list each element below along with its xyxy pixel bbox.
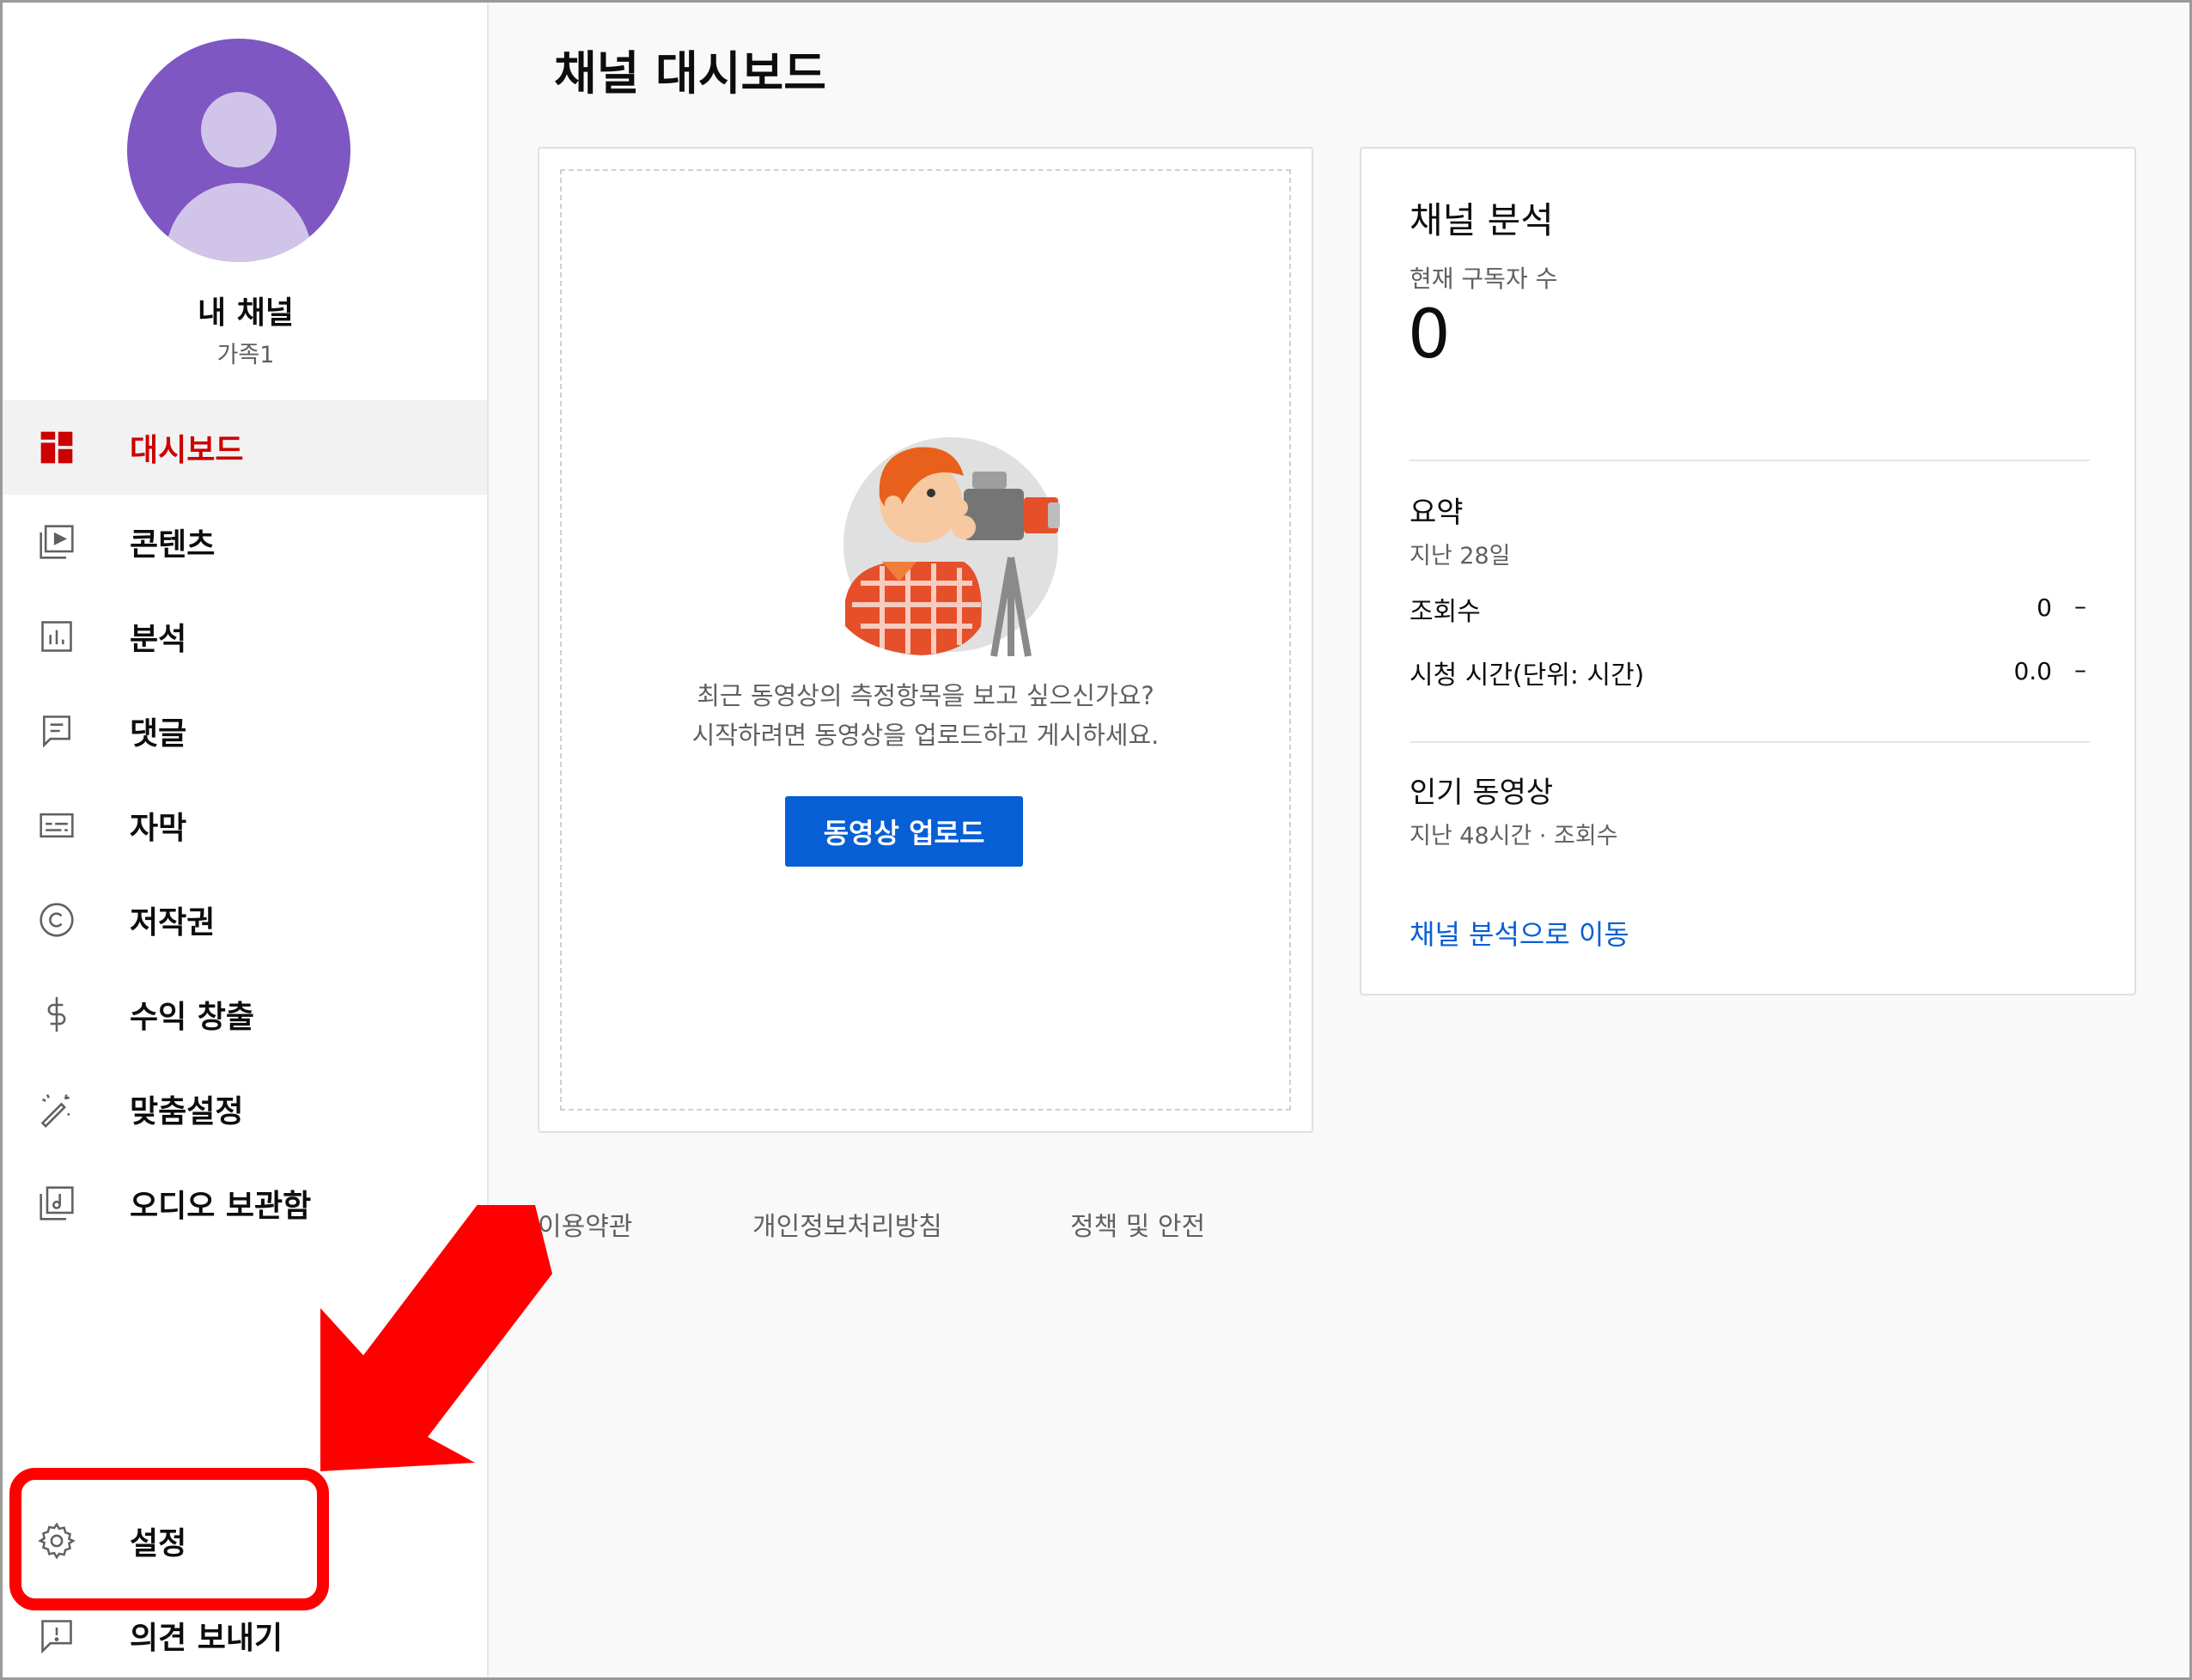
sidebar-item-label: 콘텐츠 [130, 527, 216, 563]
upload-video-button[interactable]: 동영상 업로드 [785, 796, 1023, 867]
views-value: 0 [2037, 593, 2052, 622]
popular-videos-sub: 지난 48시간 · 조회수 [1410, 823, 1618, 849]
customization-icon [37, 1089, 76, 1129]
sidebar-item-label: 대시보드 [130, 433, 244, 468]
channel-avatar[interactable] [127, 39, 350, 262]
channel-name: 내 채널 [198, 295, 294, 331]
upload-prompt-line1: 최근 동영상의 측정항목을 보고 싶으신가요? [697, 681, 1154, 710]
sidebar-item-label: 댓글 [130, 716, 187, 752]
subscribers-label: 현재 구독자 수 [1410, 265, 1558, 293]
camera-person-illustration [843, 437, 1060, 657]
annotation-arrow [320, 1205, 552, 1471]
sidebar-item-content[interactable]: 콘텐츠 [3, 495, 487, 589]
footer-policy-link[interactable]: 정책 및 안전 [1070, 1205, 1205, 1243]
sidebar-item-comments[interactable]: 댓글 [3, 684, 487, 778]
sidebar-item-label: 의견 보내기 [130, 1621, 283, 1656]
sidebar-item-analytics[interactable]: 분석 [3, 589, 487, 684]
upload-prompt: 최근 동영상의 측정항목을 보고 싶으신가요? 시작하려면 동영상을 업로드하고… [562, 676, 1289, 755]
divider [1410, 460, 2090, 461]
app-window: 내 채널 가족1 대시보드 콘텐츠 분석 댓글 자막 저작권 수익 창출 맞춤설… [0, 0, 2192, 1680]
comments-icon [37, 711, 76, 751]
sidebar-item-label: 오디오 보관함 [130, 1189, 312, 1224]
upload-prompt-line2: 시작하려면 동영상을 업로드하고 게시하세요. [691, 721, 1160, 750]
summary-title: 요약 [1410, 496, 1464, 530]
summary-period: 지난 28일 [1410, 543, 1511, 569]
sidebar-item-copyright[interactable]: 저작권 [3, 873, 487, 967]
sidebar-item-label: 맞춤설정 [130, 1094, 244, 1129]
sidebar-item-monetization[interactable]: 수익 창출 [3, 967, 487, 1062]
avatar-body [166, 183, 312, 262]
popular-videos-title: 인기 동영상 [1410, 776, 1554, 810]
channel-subtitle: 가족1 [216, 342, 275, 368]
upload-card: 최근 동영상의 측정항목을 보고 싶으신가요? 시작하려면 동영상을 업로드하고… [538, 147, 1313, 1133]
channel-analytics-card: 채널 분석 현재 구독자 수 0 요약 지난 28일 조회수 0 – 시청 시간… [1360, 147, 2136, 995]
avatar-head [201, 92, 277, 167]
analytics-title: 채널 분석 [1410, 199, 1554, 241]
views-label: 조회수 [1410, 597, 1481, 627]
annotation-highlight-box [9, 1468, 329, 1610]
feedback-icon [37, 1616, 76, 1655]
watch-time-value: 0.0 [2013, 657, 2052, 685]
sidebar-item-label: 자막 [130, 811, 187, 846]
copyright-icon [37, 900, 76, 940]
sidebar-item-label: 수익 창출 [130, 1000, 255, 1035]
sidebar-item-label: 분석 [130, 622, 187, 657]
monetization-icon [37, 995, 76, 1034]
watch-time-trend: – [2074, 655, 2086, 684]
content-icon [37, 522, 76, 562]
sidebar-item-subtitles[interactable]: 자막 [3, 778, 487, 873]
go-to-analytics-link[interactable]: 채널 분석으로 이동 [1410, 913, 1629, 953]
dashboard-icon [37, 428, 76, 467]
views-trend: – [2074, 592, 2086, 620]
subtitles-icon [37, 806, 76, 845]
subscribers-count: 0 [1408, 296, 1451, 374]
sidebar-item-label: 저작권 [130, 905, 216, 940]
upload-dropzone: 최근 동영상의 측정항목을 보고 싶으신가요? 시작하려면 동영상을 업로드하고… [560, 169, 1291, 1111]
audio-library-icon [37, 1184, 76, 1223]
watch-time-label: 시청 시간(단위: 시간) [1410, 660, 1645, 691]
analytics-icon [37, 617, 76, 656]
sidebar-item-dashboard[interactable]: 대시보드 [3, 400, 487, 495]
divider [1410, 741, 2090, 743]
footer-privacy-link[interactable]: 개인정보처리방침 [752, 1205, 942, 1243]
page-title: 채널 대시보드 [554, 46, 826, 100]
sidebar-item-customization[interactable]: 맞춤설정 [3, 1062, 487, 1156]
